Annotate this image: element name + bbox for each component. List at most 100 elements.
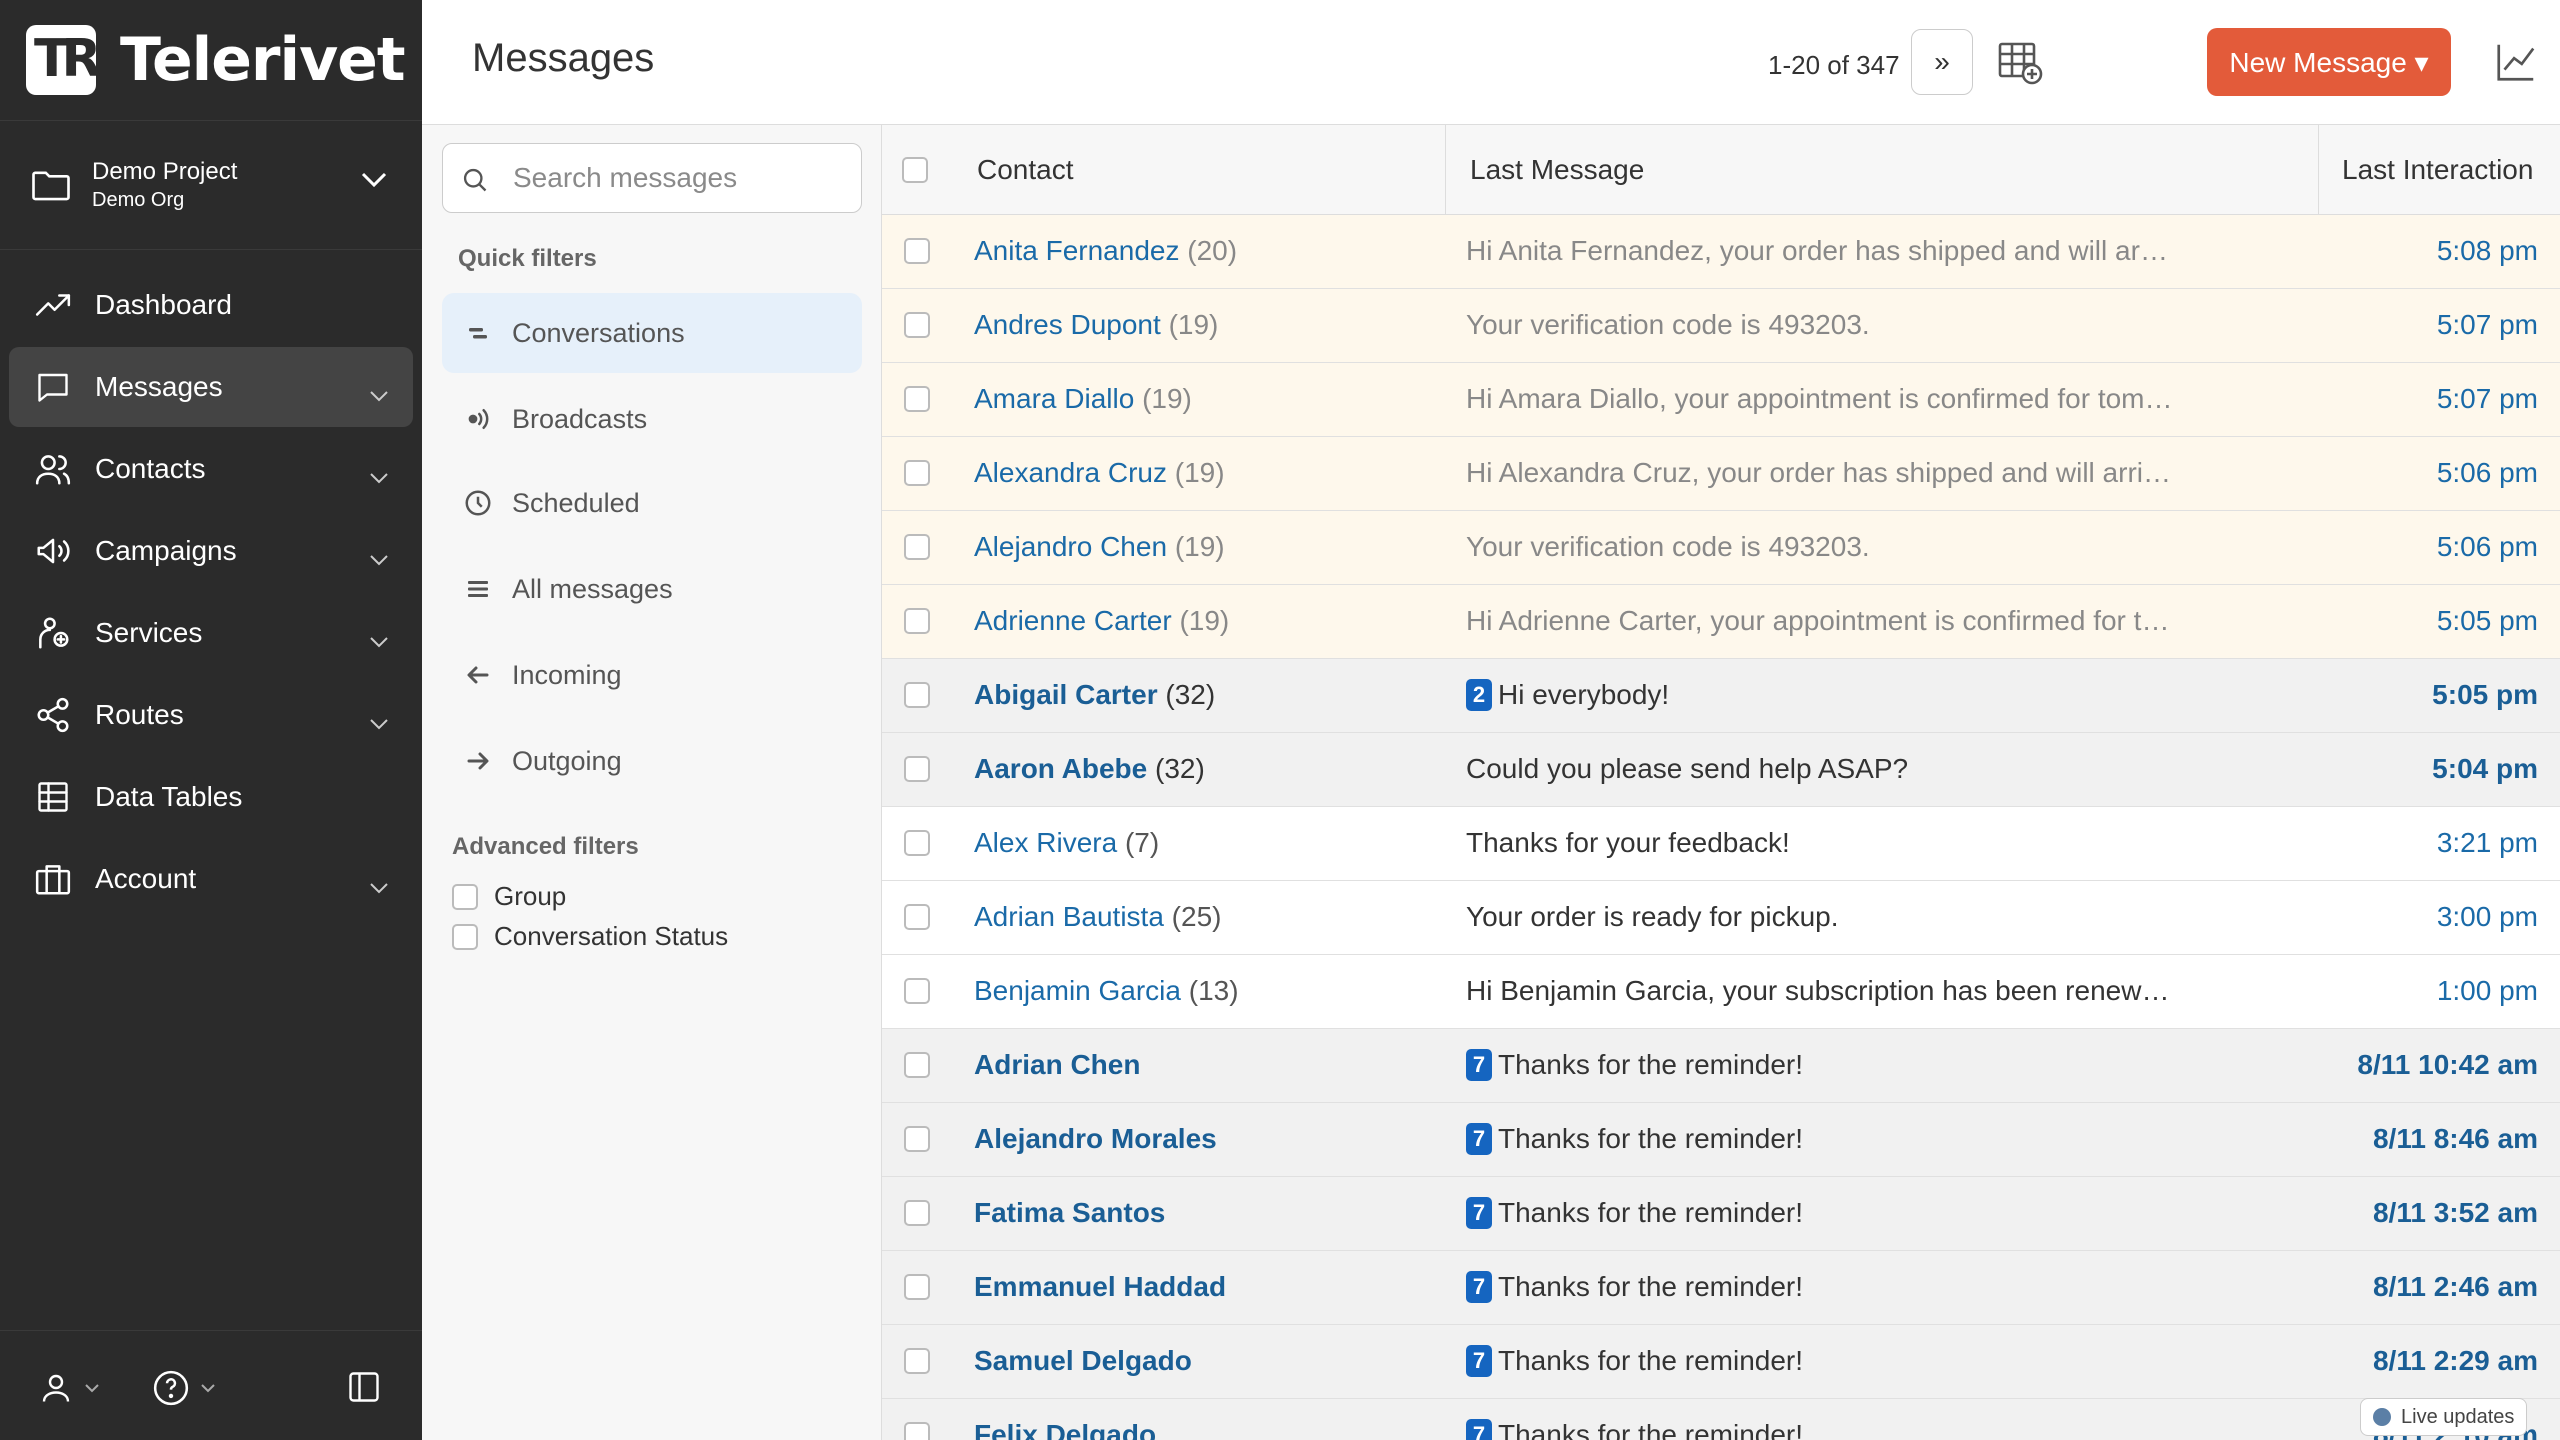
- table-row[interactable]: Alexandra Cruz (19) Hi Alexandra Cruz, yo…: [882, 437, 2560, 511]
- contact-name-link[interactable]: Andres Dupont: [974, 309, 1161, 340]
- sidebar-item-data-tables[interactable]: Data Tables: [9, 757, 413, 837]
- sidebar-item-account[interactable]: Account: [9, 839, 413, 919]
- quick-filter-incoming[interactable]: Incoming: [442, 635, 862, 715]
- table-row[interactable]: Alex Rivera (7) Thanks for your feedback!…: [882, 807, 2560, 881]
- table-row[interactable]: Andres Dupont (19) Your verification code…: [882, 289, 2560, 363]
- contact-name-link[interactable]: Aaron Abebe: [974, 753, 1147, 784]
- quick-filter-label: Incoming: [512, 659, 622, 690]
- table-row[interactable]: Alejandro Morales 7 Thanks for the reminde…: [882, 1103, 2560, 1177]
- table-row[interactable]: Felix Delgado7Thanks for the reminder!8/…: [882, 1399, 2560, 1440]
- contact-name-link[interactable]: Benjamin Garcia: [974, 975, 1181, 1006]
- live-updates-indicator[interactable]: Live updates: [2360, 1398, 2528, 1436]
- quick-filter-scheduled[interactable]: Scheduled: [442, 463, 862, 543]
- last-message-cell: Your verification code is 493203.: [1466, 531, 2176, 563]
- filter-checkbox[interactable]: [452, 883, 478, 910]
- sidebar-item-services[interactable]: Services: [9, 593, 413, 673]
- table-row[interactable]: Anita Fernandez (20) Hi Anita Fernandez, …: [882, 215, 2560, 289]
- row-checkbox[interactable]: [904, 904, 930, 930]
- contact-name-link[interactable]: Abigail Carter: [974, 679, 1158, 710]
- row-checkbox[interactable]: [904, 238, 930, 264]
- help-menu-button[interactable]: [152, 1369, 216, 1407]
- contact-name-link[interactable]: Alejandro Morales: [974, 1123, 1217, 1154]
- table-row[interactable]: Aaron Abebe (32) Could you please send he…: [882, 733, 2560, 807]
- contact-name-link[interactable]: Alex Rivera: [974, 827, 1117, 858]
- sidebar-item-messages[interactable]: Messages: [9, 347, 413, 427]
- column-header-contact[interactable]: Contact: [977, 125, 1074, 215]
- user-menu-button[interactable]: [38, 1369, 100, 1407]
- new-message-button[interactable]: New Message ▾: [2207, 28, 2451, 96]
- row-checkbox[interactable]: [904, 1052, 930, 1078]
- table-row[interactable]: Alejandro Chen (19) Your verification cod…: [882, 511, 2560, 585]
- table-row[interactable]: Fatima Santos 7 Thanks for the reminder! 8/…: [882, 1177, 2560, 1251]
- table-header: Contact Last Message Last Interaction: [882, 125, 2560, 215]
- row-checkbox[interactable]: [904, 386, 930, 412]
- line-chart-icon: [2497, 44, 2535, 81]
- sidebar-item-campaigns[interactable]: Campaigns: [9, 511, 413, 591]
- row-checkbox[interactable]: [904, 978, 930, 1004]
- filter-checkbox[interactable]: [452, 923, 478, 950]
- row-checkbox[interactable]: [904, 1422, 930, 1440]
- table-row[interactable]: Emmanuel Haddad 7 Thanks for the reminder!…: [882, 1251, 2560, 1325]
- logo-mark: TR: [26, 25, 101, 95]
- row-checkbox[interactable]: [904, 460, 930, 486]
- contact-name-link[interactable]: Fatima Santos: [974, 1197, 1165, 1228]
- stats-button[interactable]: [2492, 38, 2540, 86]
- last-interaction-time: 5:05 pm: [2436, 605, 2538, 636]
- sidebar-item-dashboard[interactable]: Dashboard: [9, 265, 413, 345]
- search-input[interactable]: [513, 158, 843, 198]
- contact-name-link[interactable]: Alexandra Cruz: [974, 457, 1167, 488]
- row-checkbox[interactable]: [904, 1126, 930, 1152]
- table-row[interactable]: Amara Diallo (19) Hi Amara Diallo, your a…: [882, 363, 2560, 437]
- contact-name-link[interactable]: Anita Fernandez: [974, 235, 1179, 266]
- row-checkbox[interactable]: [904, 608, 930, 634]
- page-title: Messages: [472, 36, 655, 80]
- row-checkbox[interactable]: [904, 312, 930, 338]
- contact-cell: Samuel Delgado: [974, 1345, 1424, 1377]
- quick-filter-outgoing[interactable]: Outgoing: [442, 721, 862, 801]
- quick-filters-heading: Quick filters: [458, 245, 597, 272]
- sidebar-item-contacts[interactable]: Contacts: [9, 429, 413, 509]
- contact-name-link[interactable]: Adrienne Carter: [974, 605, 1172, 636]
- row-checkbox[interactable]: [904, 756, 930, 782]
- quick-filter-conversations[interactable]: Conversations: [442, 293, 862, 373]
- column-header-last-message[interactable]: Last Message: [1470, 125, 1644, 215]
- org-name: Demo Org: [92, 189, 185, 212]
- search-box[interactable]: [442, 143, 862, 213]
- last-interaction-time: 5:08 pm: [2436, 235, 2538, 266]
- column-header-last-interaction[interactable]: Last Interaction: [2342, 125, 2533, 215]
- contact-name-link[interactable]: Felix Delgado: [974, 1419, 1156, 1440]
- sidebar-item-routes[interactable]: Routes: [9, 675, 413, 755]
- row-checkbox[interactable]: [904, 534, 930, 560]
- contact-name-link[interactable]: Amara Diallo: [974, 383, 1134, 414]
- contact-name-link[interactable]: Adrian Bautista: [974, 901, 1164, 932]
- conversations-icon: [460, 322, 496, 344]
- advanced-filter-conversation-status[interactable]: Conversation Status: [452, 921, 728, 952]
- row-checkbox[interactable]: [904, 682, 930, 708]
- project-switcher[interactable]: Demo Project Demo Org: [0, 120, 422, 250]
- row-checkbox[interactable]: [904, 830, 930, 856]
- quick-filter-all-messages[interactable]: All messages: [442, 549, 862, 629]
- contact-name-link[interactable]: Samuel Delgado: [974, 1345, 1192, 1376]
- select-all-checkbox[interactable]: [902, 125, 928, 215]
- table-row[interactable]: Adrian Bautista (25) Your order is ready …: [882, 881, 2560, 955]
- next-page-button[interactable]: »: [1911, 29, 1973, 95]
- table-row[interactable]: Samuel Delgado 7 Thanks for the reminder! 8…: [882, 1325, 2560, 1399]
- add-to-table-button[interactable]: [1996, 38, 2044, 86]
- collapse-sidebar-button[interactable]: [346, 1369, 382, 1405]
- quick-filter-broadcasts[interactable]: Broadcasts: [442, 379, 862, 459]
- table-row[interactable]: Adrienne Carter (19) Hi Adrienne Carter, …: [882, 585, 2560, 659]
- last-message-text: Thanks for the reminder!: [1498, 1049, 1804, 1080]
- row-checkbox[interactable]: [904, 1200, 930, 1226]
- message-count: (19): [1168, 309, 1219, 340]
- contact-name-link[interactable]: Alejandro Chen: [974, 531, 1167, 562]
- table-row[interactable]: Benjamin Garcia (13) Hi Benjamin Garcia, …: [882, 955, 2560, 1029]
- advanced-filter-group[interactable]: Group: [452, 881, 566, 912]
- table-row[interactable]: Abigail Carter (32) 2 Hi everybody! 5:05 pm: [882, 659, 2560, 733]
- users-icon: [33, 449, 73, 489]
- row-checkbox[interactable]: [904, 1274, 930, 1300]
- table-row[interactable]: Adrian Chen 7 Thanks for the reminder! 8/11…: [882, 1029, 2560, 1103]
- row-checkbox[interactable]: [904, 1348, 930, 1374]
- app-logo[interactable]: TR Telerivet: [26, 25, 406, 95]
- contact-name-link[interactable]: Adrian Chen: [974, 1049, 1140, 1080]
- contact-name-link[interactable]: Emmanuel Haddad: [974, 1271, 1226, 1302]
